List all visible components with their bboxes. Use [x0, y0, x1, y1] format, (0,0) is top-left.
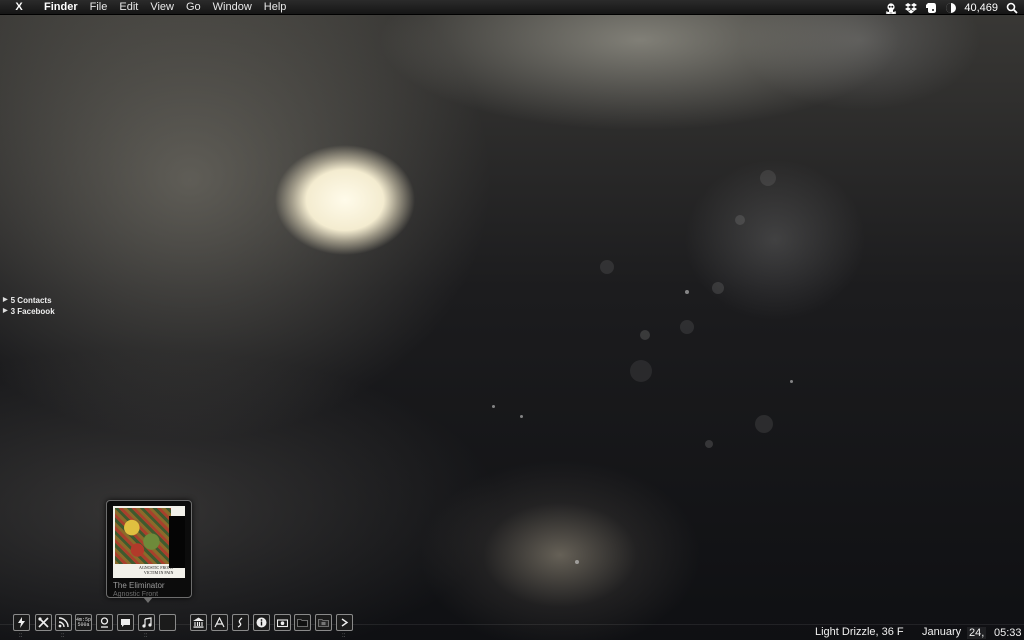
photo-folder-icon[interactable] — [315, 614, 332, 631]
menu-window[interactable]: Window — [207, 1, 258, 13]
apple-menu-icon[interactable]: X — [0, 1, 38, 13]
disclosure-triangle-icon[interactable]: ▶ — [3, 306, 8, 317]
stats-line2: 500a — [77, 621, 90, 628]
magnifier-icon[interactable] — [1005, 1, 1018, 14]
clock-day: 24, — [967, 627, 987, 639]
person-icon[interactable] — [96, 614, 113, 631]
drag-handle-icon[interactable]: :: — [342, 633, 346, 639]
drag-handle-icon[interactable]: :: — [19, 633, 23, 639]
chat-icon[interactable] — [117, 614, 134, 631]
font-icon[interactable] — [211, 614, 228, 631]
camera-icon[interactable] — [274, 614, 291, 631]
track-artist: Agnostic Front — [113, 591, 159, 598]
dust-particle — [685, 290, 689, 294]
dust-particle — [705, 440, 713, 448]
dust-particle — [492, 405, 495, 408]
bank-icon[interactable] — [190, 614, 207, 631]
blank-icon[interactable] — [159, 614, 176, 631]
evernote-icon[interactable] — [924, 1, 937, 14]
menu-bar: X Finder File Edit View Go Window Help 4… — [0, 0, 1024, 15]
menu-file[interactable]: File — [84, 1, 114, 13]
info-icon[interactable] — [253, 614, 270, 631]
status-count[interactable]: 40,469 — [964, 2, 998, 14]
status-area: 40,469 — [884, 0, 1018, 15]
menu-go[interactable]: Go — [180, 1, 207, 13]
menu-view[interactable]: View — [144, 1, 180, 13]
clock-time: 05:33 — [994, 627, 1022, 639]
moon-phase-icon[interactable] — [944, 1, 957, 14]
dropbox-icon[interactable] — [904, 1, 917, 14]
dust-particle — [600, 260, 614, 274]
disclosure-triangle-icon[interactable]: ▶ — [3, 295, 8, 306]
stats-text: 4m:5p 500a — [76, 617, 91, 628]
clock-month: January — [922, 626, 962, 638]
notification-widget: ▶ 5 Contacts ▶ 3 Facebook — [3, 295, 55, 317]
album-cover-line2: VICTIM IN PAIN — [143, 570, 174, 575]
now-playing-popup[interactable]: AGNOSTIC FRONT VICTIM IN PAIN The Elimin… — [106, 500, 192, 603]
album-cover-text: AGNOSTIC FRONT VICTIM IN PAIN — [139, 565, 173, 575]
dust-particle — [790, 380, 793, 383]
tools-icon[interactable] — [35, 614, 52, 631]
rss-icon[interactable] — [55, 614, 72, 631]
dust-particle — [760, 170, 776, 186]
script-icon[interactable] — [232, 614, 249, 631]
contacts-row[interactable]: ▶ 5 Contacts — [3, 295, 55, 306]
facebook-label: 3 Facebook — [10, 307, 55, 316]
lightning-icon[interactable] — [13, 614, 30, 631]
skull-crossbones-icon[interactable] — [884, 1, 897, 14]
menu-edit[interactable]: Edit — [113, 1, 144, 13]
album-cover-artwork — [115, 508, 171, 564]
folder-icon[interactable] — [294, 614, 311, 631]
drag-handle-icon[interactable]: :: — [61, 633, 65, 639]
arrow-icon[interactable] — [336, 614, 353, 631]
dust-particle — [755, 415, 773, 433]
dust-particle — [680, 320, 694, 334]
album-cover-band — [169, 516, 185, 568]
facebook-row[interactable]: ▶ 3 Facebook — [3, 306, 55, 317]
dust-particle — [575, 560, 579, 564]
weather-readout: Light Drizzle, 36 F — [815, 626, 904, 638]
stats-icon[interactable]: 4m:5p 500a — [75, 614, 92, 631]
dust-particle — [712, 282, 724, 294]
track-title: The Eliminator — [113, 581, 165, 590]
drag-handle-icon[interactable]: :: — [144, 633, 148, 639]
album-cover[interactable]: AGNOSTIC FRONT VICTIM IN PAIN — [113, 506, 185, 578]
menu-help[interactable]: Help — [258, 1, 293, 13]
contacts-label: 5 Contacts — [10, 296, 52, 305]
dust-particle — [630, 360, 652, 382]
dust-particle — [735, 215, 745, 225]
dust-particle — [640, 330, 650, 340]
menu-finder[interactable]: Finder — [38, 1, 84, 13]
dust-particle — [520, 415, 523, 418]
music-note-icon[interactable] — [138, 614, 155, 631]
